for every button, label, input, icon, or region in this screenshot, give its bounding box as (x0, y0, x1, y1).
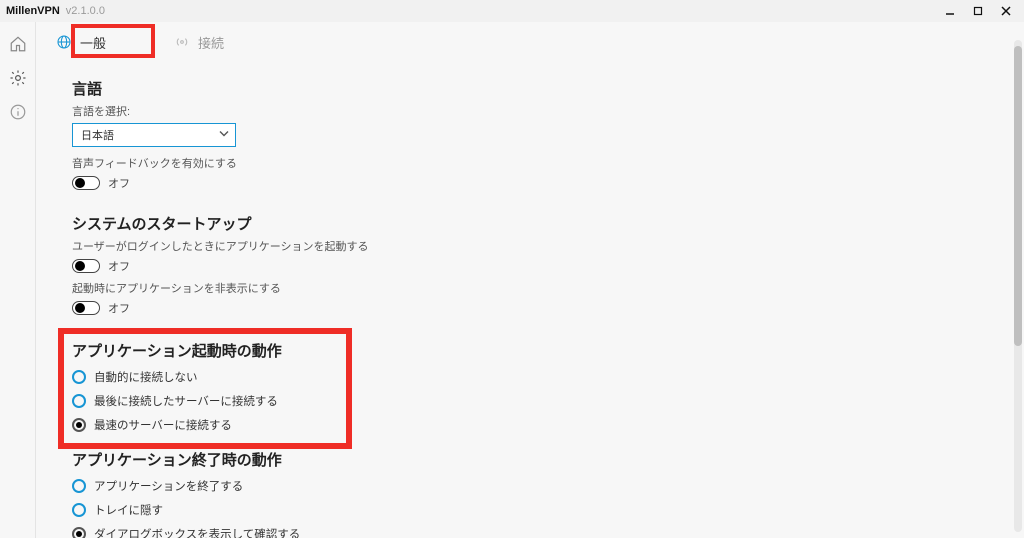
hide-on-launch-label: 起動時にアプリケーションを非表示にする (72, 280, 998, 296)
onstart-option-0[interactable]: 自動的に接続しない (72, 369, 998, 385)
login-launch-label: ユーザーがログインしたときにアプリケーションを起動する (72, 238, 998, 254)
scrollbar[interactable] (1014, 40, 1022, 532)
language-select[interactable]: 日本語 (72, 123, 236, 147)
signal-icon (174, 34, 190, 50)
section-title-language: 言語 (72, 78, 998, 99)
voice-feedback-state: オフ (108, 175, 130, 191)
voice-feedback-toggle[interactable] (72, 176, 100, 190)
onstart-option-0-label: 自動的に接続しない (94, 369, 198, 385)
section-title-on-app-quit: アプリケーション終了時の動作 (72, 449, 998, 470)
tab-general-label: 一般 (80, 33, 106, 52)
radio-icon (72, 370, 86, 384)
voice-feedback-label: 音声フィードバックを有効にする (72, 155, 998, 171)
onquit-option-2[interactable]: ダイアログボックスを表示して確認する (72, 526, 998, 538)
maximize-button[interactable] (966, 2, 990, 20)
tab-connection-label: 接続 (198, 33, 224, 52)
onquit-option-1[interactable]: トレイに隠す (72, 502, 998, 518)
language-select-label: 言語を選択: (72, 103, 998, 119)
onstart-option-1-label: 最後に接続したサーバーに接続する (94, 393, 278, 409)
onstart-option-2[interactable]: 最速のサーバーに接続する (72, 417, 998, 433)
onstart-option-2-label: 最速のサーバーに接続する (94, 417, 232, 433)
login-launch-state: オフ (108, 258, 130, 274)
onquit-option-0-label: アプリケーションを終了する (94, 478, 243, 494)
window-controls (938, 2, 1018, 20)
globe-icon (56, 34, 72, 50)
onstart-option-1[interactable]: 最後に接続したサーバーに接続する (72, 393, 998, 409)
onquit-option-0[interactable]: アプリケーションを終了する (72, 478, 998, 494)
hide-on-launch-state: オフ (108, 300, 130, 316)
settings-content: 言語 言語を選択: 日本語 音声フィードバックを有効にする オフ システムのスタ… (36, 62, 1024, 538)
hide-on-launch-toggle[interactable] (72, 301, 100, 315)
sidebar (0, 22, 36, 538)
home-icon[interactable] (8, 34, 28, 54)
minimize-button[interactable] (938, 2, 962, 20)
chevron-down-icon (219, 129, 229, 142)
onquit-option-2-label: ダイアログボックスを表示して確認する (94, 526, 300, 538)
section-title-on-app-start: アプリケーション起動時の動作 (72, 340, 998, 361)
app-version: v2.1.0.0 (66, 5, 105, 17)
close-button[interactable] (994, 2, 1018, 20)
login-launch-toggle[interactable] (72, 259, 100, 273)
radio-icon (72, 527, 86, 538)
tab-general[interactable]: 一般 (42, 27, 120, 57)
radio-icon (72, 479, 86, 493)
scrollbar-thumb[interactable] (1014, 46, 1022, 346)
app-window: MillenVPN v2.1.0.0 (0, 0, 1024, 538)
language-select-value: 日本語 (81, 127, 114, 143)
title-bar: MillenVPN v2.1.0.0 (0, 0, 1024, 22)
main-panel: 一般 接続 言語 言語を選択: 日本語 (36, 22, 1024, 538)
app-name: MillenVPN (6, 5, 60, 17)
onquit-option-1-label: トレイに隠す (94, 502, 163, 518)
info-icon[interactable] (8, 102, 28, 122)
radio-icon (72, 418, 86, 432)
radio-icon (72, 394, 86, 408)
gear-icon[interactable] (8, 68, 28, 88)
tab-connection[interactable]: 接続 (160, 27, 238, 57)
tab-bar: 一般 接続 (36, 22, 1024, 62)
radio-icon (72, 503, 86, 517)
section-title-startup: システムのスタートアップ (72, 213, 998, 234)
